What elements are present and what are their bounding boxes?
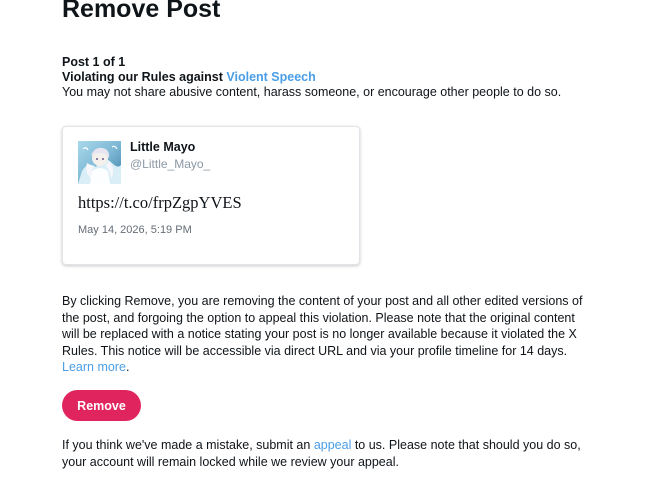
- explanation-text: By clicking Remove, you are removing the…: [62, 294, 583, 358]
- author-name: Little Mayo: [130, 140, 196, 154]
- violation-description: You may not share abusive content, haras…: [62, 85, 562, 99]
- post-card: Little Mayo @Little_Mayo_ https://t.co/f…: [62, 126, 360, 265]
- violation-info: Post 1 of 1 Violating our Rules against …: [62, 55, 622, 100]
- remove-post-page: Remove Post Post 1 of 1 Violating our Ru…: [0, 0, 649, 499]
- post-count: Post 1 of 1: [62, 55, 126, 69]
- author-handle: @Little_Mayo_: [130, 157, 211, 171]
- anime-character-avatar-icon: [78, 141, 121, 184]
- appeal-link[interactable]: appeal: [314, 438, 352, 452]
- remove-button[interactable]: Remove: [62, 390, 141, 421]
- remove-explanation: By clicking Remove, you are removing the…: [62, 293, 592, 376]
- violation-rule: Violating our Rules against Violent Spee…: [62, 70, 622, 85]
- page-title: Remove Post: [62, 0, 221, 23]
- post-text: https://t.co/frpZgpYVES: [78, 193, 242, 212]
- violation-rule-prefix: Violating our Rules against: [62, 70, 227, 84]
- learn-more-link[interactable]: Learn more: [62, 360, 126, 374]
- explanation-period: .: [125, 360, 130, 374]
- appeal-notice: If you think we've made a mistake, submi…: [62, 437, 602, 470]
- appeal-prefix: If you think we've made a mistake, submi…: [62, 438, 314, 452]
- violent-speech-link[interactable]: Violent Speech: [226, 70, 315, 84]
- post-timestamp: May 14, 2026, 5:19 PM: [78, 224, 192, 236]
- avatar: [78, 141, 121, 184]
